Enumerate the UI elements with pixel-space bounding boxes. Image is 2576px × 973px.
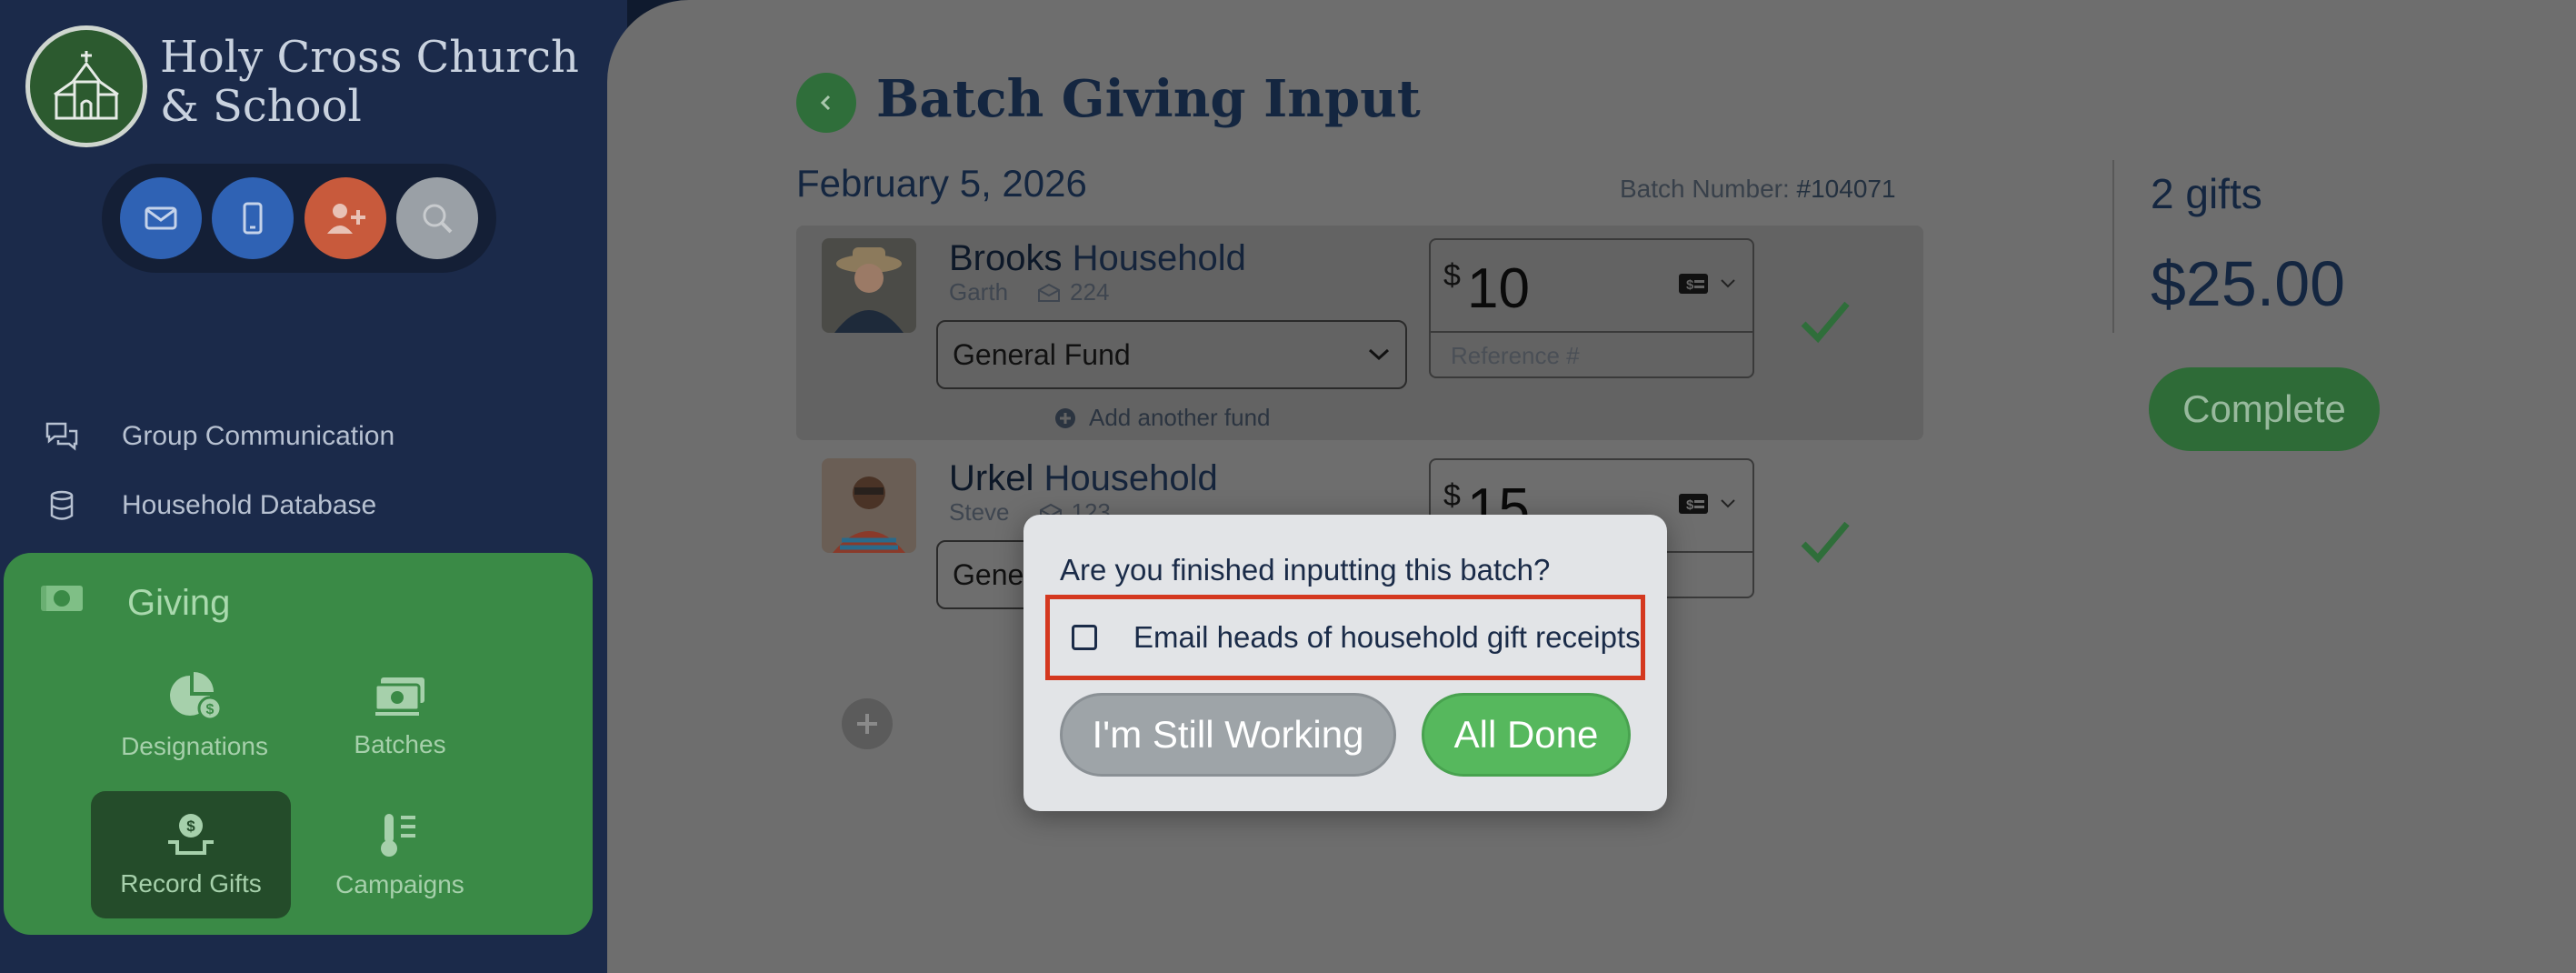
plus-circle-icon: [1055, 407, 1075, 428]
thermometer-list-icon: [381, 814, 415, 857]
chevron-left-icon: [820, 95, 831, 111]
tile-label-batches: Batches: [354, 730, 446, 758]
batch-number-label: Batch Number:: [1620, 175, 1790, 203]
household-name[interactable]: Urkel Household: [949, 458, 1218, 499]
database-icon: [40, 487, 84, 524]
household-suffix: Household: [1043, 458, 1218, 498]
phone-button[interactable]: [212, 177, 295, 259]
batch-number: Batch Number: #104071: [1620, 175, 1896, 204]
cash-icon: $: [1679, 274, 1708, 294]
amount-field-group: $ 10 $ Reference #: [1429, 238, 1754, 378]
currency-symbol: $: [1443, 478, 1461, 513]
nav-group-communication[interactable]: Group Communication: [40, 418, 394, 455]
email-receipts-option[interactable]: Email heads of household gift receipts: [1045, 595, 1645, 680]
email-icon: [145, 206, 177, 230]
summary-divider: [2112, 160, 2114, 333]
reference-input[interactable]: Reference #: [1451, 342, 1580, 370]
nav-label-group-communication: Group Communication: [122, 421, 395, 451]
back-button[interactable]: [796, 73, 856, 133]
all-done-button[interactable]: All Done: [1422, 693, 1631, 777]
church-logo[interactable]: [25, 25, 147, 147]
pie-dollar-icon: $: [170, 672, 223, 721]
check-icon: [1798, 298, 1852, 350]
first-name: Garth: [949, 278, 1009, 306]
fund-select[interactable]: General Fund: [936, 320, 1407, 389]
fund-select-value: General Fund: [953, 337, 1131, 371]
confirm-dialog: Are you finished inputting this batch? E…: [1023, 515, 1667, 811]
chevron-down-icon: [1721, 279, 1735, 288]
household-suffix: Household: [1072, 238, 1246, 278]
nav-label-household-database: Household Database: [122, 490, 377, 520]
giving-section: Giving $ Designations Batches $ Record G…: [4, 553, 593, 935]
add-user-icon: [326, 204, 365, 234]
tile-record-gifts[interactable]: $ Record Gifts: [91, 791, 291, 918]
payment-type-select[interactable]: $: [1678, 273, 1736, 295]
tile-designations[interactable]: $ Designations: [95, 653, 295, 780]
household-last-name: Brooks: [949, 238, 1063, 278]
tile-campaigns[interactable]: Campaigns: [300, 791, 500, 918]
cash-icon: $: [1679, 494, 1708, 514]
household-last-name: Urkel: [949, 458, 1034, 498]
still-working-button[interactable]: I'm Still Working: [1060, 693, 1396, 777]
complete-button[interactable]: Complete: [2149, 367, 2380, 451]
main-content: Batch Giving Input February 5, 2026 Batc…: [607, 0, 2576, 973]
svg-text:$: $: [186, 818, 195, 835]
church-name-line2: & School: [160, 81, 362, 132]
search-button[interactable]: [396, 177, 479, 259]
giving-header[interactable]: Giving: [38, 580, 230, 626]
check-icon: [1798, 518, 1852, 570]
payment-type-select[interactable]: $: [1678, 493, 1736, 515]
chevron-down-icon: [1368, 348, 1390, 361]
first-name: Steve: [949, 498, 1010, 526]
money-icon: [38, 580, 85, 626]
phone-icon: [243, 202, 263, 235]
add-user-button[interactable]: [304, 177, 386, 259]
household-details: Garth 224: [949, 278, 1109, 306]
add-fund-link[interactable]: Add another fund: [1054, 404, 1271, 432]
avatar: [822, 458, 916, 553]
svg-text:$: $: [1686, 277, 1694, 293]
email-button[interactable]: [119, 177, 202, 259]
add-fund-label: Add another fund: [1089, 404, 1271, 431]
household-name[interactable]: Brooks Household: [949, 238, 1246, 279]
email-receipts-label[interactable]: Email heads of household gift receipts: [1133, 620, 1641, 655]
nav-household-database[interactable]: Household Database: [40, 487, 376, 524]
envelope-icon: [1038, 283, 1061, 302]
tile-label-campaigns: Campaigns: [335, 870, 464, 898]
envelope-value: 224: [1070, 278, 1110, 306]
chat-icon: [40, 418, 84, 455]
svg-text:$: $: [1686, 497, 1694, 513]
tile-label-record-gifts: Record Gifts: [120, 869, 262, 898]
giving-label: Giving: [127, 582, 231, 623]
envelope-number: 224: [1037, 278, 1109, 306]
amount-input[interactable]: $ 10 $: [1431, 240, 1752, 333]
search-icon: [423, 204, 453, 234]
plus-icon: [857, 714, 877, 734]
gift-total: $25.00: [2151, 248, 2346, 319]
tile-batches[interactable]: Batches: [300, 653, 500, 780]
svg-text:$: $: [206, 702, 215, 717]
hand-coin-icon: $: [168, 814, 214, 855]
chevron-down-icon: [1721, 499, 1735, 508]
gift-row: Brooks Household Garth 224 General Fund …: [796, 226, 1923, 440]
batch-date: February 5, 2026: [796, 162, 1087, 205]
church-icon: [54, 51, 119, 120]
quick-actions-bar: [102, 164, 496, 273]
church-name-line1: Holy Cross Church: [160, 32, 579, 83]
page-title: Batch Giving Input: [876, 69, 1421, 129]
church-name: Holy Cross Church & School: [160, 33, 579, 131]
tile-label-designations: Designations: [121, 732, 268, 760]
amount-value: 10: [1467, 257, 1530, 320]
sidebar: Holy Cross Church & School Group Communi…: [0, 0, 627, 973]
batch-number-value: #104071: [1796, 175, 1896, 203]
gift-count: 2 gifts: [2151, 170, 2262, 217]
dialog-question: Are you finished inputting this batch?: [1060, 553, 1551, 587]
email-receipts-checkbox[interactable]: [1072, 625, 1097, 650]
add-row-button[interactable]: [842, 698, 893, 749]
avatar: [822, 238, 916, 333]
cash-stack-icon: [374, 677, 424, 716]
currency-symbol: $: [1443, 258, 1461, 293]
